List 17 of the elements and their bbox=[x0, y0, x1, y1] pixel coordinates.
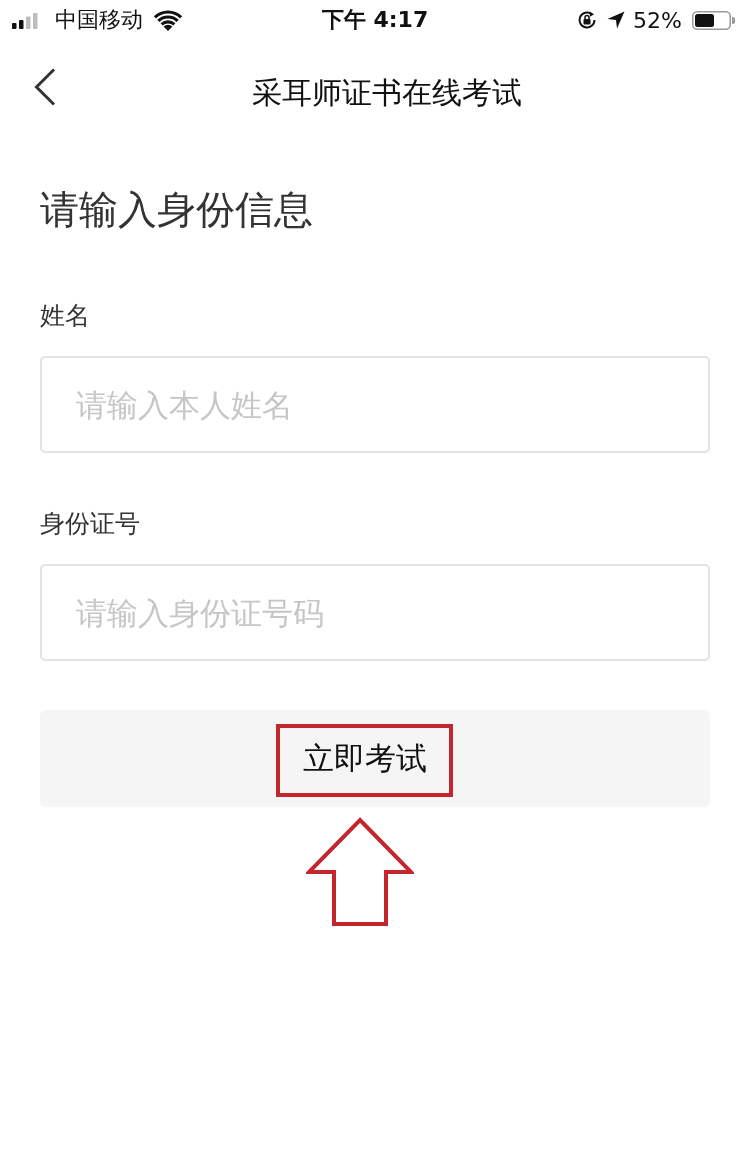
carrier-name: 中国移动 bbox=[55, 6, 143, 34]
battery-percent: 52% bbox=[633, 7, 682, 33]
text-input[interactable]: 请输入身份证号码 bbox=[40, 564, 710, 661]
text-input[interactable]: 请输入本人姓名 bbox=[40, 356, 710, 453]
start-exam-button[interactable]: 立即考试 bbox=[40, 710, 710, 807]
back-button[interactable] bbox=[34, 67, 58, 107]
field-label: 身份证号 bbox=[40, 509, 141, 539]
rotation-lock-icon bbox=[577, 10, 598, 30]
field-label: 姓名 bbox=[40, 301, 91, 331]
form-heading: 请输入身份信息 bbox=[40, 186, 314, 234]
page-title: 采耳师证书在线考试 bbox=[252, 73, 522, 112]
status-time: 下午 4:17 bbox=[321, 6, 429, 34]
back-chevron-icon bbox=[34, 68, 56, 106]
location-arrow-icon bbox=[607, 11, 626, 29]
battery-icon bbox=[692, 10, 735, 30]
signal-icon bbox=[12, 13, 38, 29]
wifi-icon bbox=[153, 9, 183, 31]
